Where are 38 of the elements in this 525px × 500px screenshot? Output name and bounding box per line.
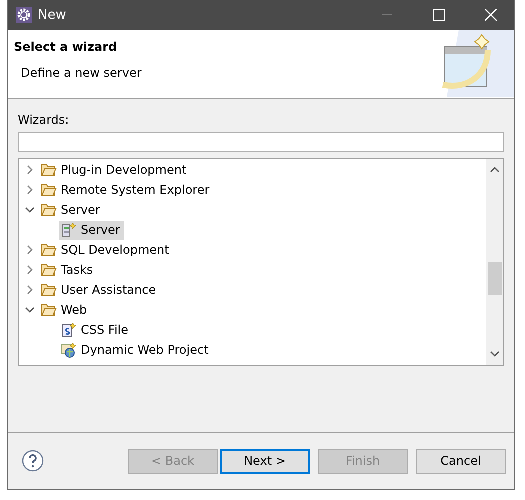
scroll-down-icon[interactable] bbox=[490, 349, 500, 359]
tree-item[interactable]: Plug-in Development bbox=[39, 160, 191, 180]
dialog-button[interactable]: Next > bbox=[220, 448, 310, 474]
tree-item[interactable]: User Assistance bbox=[39, 280, 160, 300]
folder-icon bbox=[41, 163, 57, 177]
server-icon bbox=[61, 222, 77, 238]
maximize-icon bbox=[433, 9, 445, 21]
filter-field[interactable] bbox=[18, 132, 504, 152]
scroll-up-icon[interactable] bbox=[490, 165, 500, 175]
tree-item[interactable]: Web bbox=[39, 300, 92, 320]
tree-item[interactable]: Remote System Explorer bbox=[39, 180, 214, 200]
wizards-label: Wizards: bbox=[18, 113, 70, 127]
minimize-icon bbox=[382, 14, 392, 16]
tree-item[interactable]: Server bbox=[59, 220, 124, 240]
scrollbar[interactable] bbox=[486, 159, 503, 365]
file-icon bbox=[61, 322, 77, 338]
tree-item[interactable]: Dynamic Web Project bbox=[59, 340, 213, 360]
window-title: New bbox=[38, 8, 68, 22]
tree-item[interactable]: SQL Development bbox=[39, 240, 174, 260]
wizard-title: Select a wizard bbox=[14, 40, 118, 54]
gear-icon bbox=[16, 7, 32, 23]
chevron-down-icon[interactable] bbox=[25, 205, 35, 215]
folder-icon bbox=[41, 203, 57, 217]
tree-item[interactable]: CSS File bbox=[59, 320, 133, 340]
folder-icon bbox=[41, 263, 57, 277]
close-icon bbox=[485, 9, 497, 21]
globe-project-icon bbox=[61, 342, 77, 358]
folder-icon bbox=[41, 303, 57, 317]
wizard-description: Define a new server bbox=[20, 66, 143, 80]
tree-item[interactable]: Server bbox=[39, 200, 104, 220]
tree-item[interactable]: Tasks bbox=[39, 260, 98, 280]
folder-icon bbox=[41, 183, 57, 197]
chevron-down-icon[interactable] bbox=[25, 305, 35, 315]
dialog-button[interactable]: Cancel bbox=[416, 448, 506, 474]
folder-icon bbox=[41, 283, 57, 297]
help-icon[interactable] bbox=[22, 450, 44, 472]
folder-icon bbox=[41, 243, 57, 257]
scroll-thumb[interactable] bbox=[488, 262, 502, 295]
